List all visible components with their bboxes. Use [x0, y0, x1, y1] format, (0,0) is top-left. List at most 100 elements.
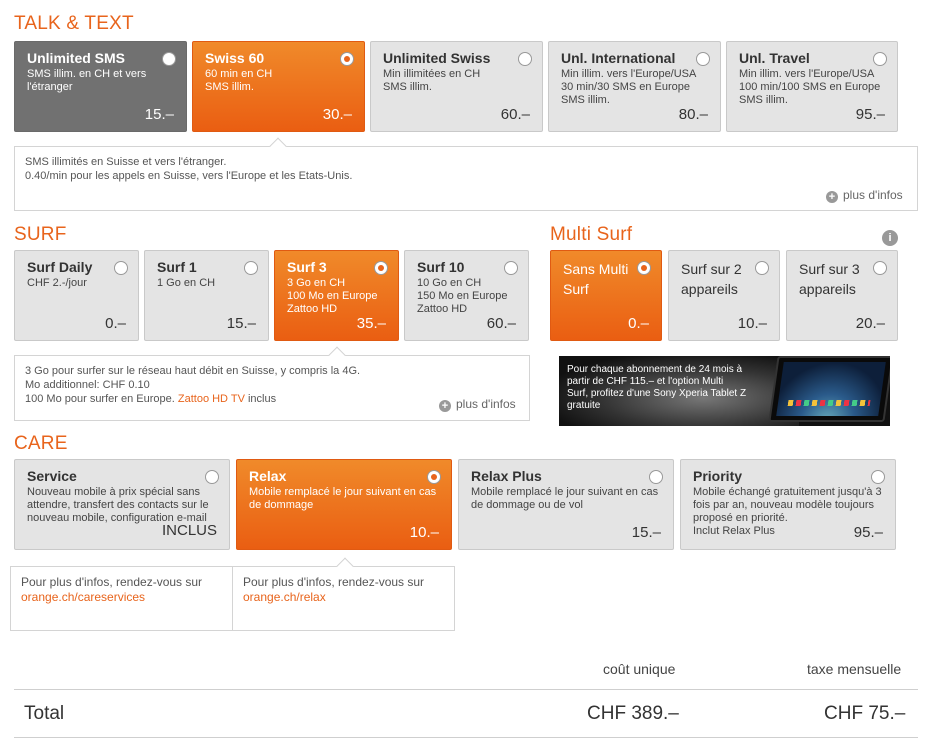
plan-desc: Mobile remplacé le jour suivant en cas d… [249, 486, 437, 511]
plan-title: Relax Plus [471, 468, 542, 484]
plan-price: 0.– [628, 315, 649, 332]
plan-price: 80.– [678, 106, 708, 123]
plan-desc: Min illim. vers l'Europe/USA 100 min/100… [739, 68, 881, 106]
plan-card-unlimited-swiss[interactable]: Unlimited Swiss Min illimitées en CH SMS… [370, 41, 543, 132]
plan-price: 95.– [853, 524, 883, 541]
plan-card-relax-plus[interactable]: Relax Plus Mobile remplacé le jour suiva… [458, 459, 674, 550]
plan-desc: SMS illim. en CH et vers l'étranger [27, 68, 147, 93]
plan-card-surf-10[interactable]: Surf 10 10 Go en CH 150 Mo en Europe Zat… [404, 250, 529, 341]
plan-desc: 3 Go en CH 100 Mo en Europe Zattoo HD [287, 277, 378, 315]
plan-card-unl-travel[interactable]: Unl. Travel Min illim. vers l'Europe/USA… [726, 41, 898, 132]
plan-card-unl-international[interactable]: Unl. International Min illim. vers l'Eur… [548, 41, 721, 132]
plan-price: 60.– [500, 106, 530, 123]
radio-button[interactable] [649, 470, 663, 484]
divider [14, 737, 918, 738]
radio-button[interactable] [504, 261, 518, 275]
plan-price: INCLUS [161, 522, 217, 539]
radio-button-selected[interactable] [637, 261, 651, 275]
plan-title: Surf 3 [287, 259, 327, 275]
radio-button[interactable] [244, 261, 258, 275]
plan-price: 30.– [322, 106, 352, 123]
radio-button[interactable] [162, 52, 176, 66]
plan-title: Unl. Travel [739, 50, 810, 66]
plan-title: Surf Daily [27, 259, 93, 275]
section-title-multisurf: Multi Surf [550, 224, 633, 245]
radio-button[interactable] [518, 52, 532, 66]
plan-price: 0.– [105, 315, 126, 332]
plan-price: 10.– [409, 524, 439, 541]
more-info-link[interactable]: + plus d'infos [826, 188, 903, 203]
tablet-image-icon [768, 356, 890, 422]
radio-button-selected[interactable] [427, 470, 441, 484]
plan-title: Service [27, 468, 77, 484]
total-monthly: CHF 75.– [824, 703, 906, 724]
plan-title: Priority [693, 468, 743, 484]
plan-card-unlimited-sms[interactable]: Unlimited SMS SMS illim. en CH et vers l… [14, 41, 187, 132]
more-info-label: plus d'infos [456, 397, 516, 411]
plan-price: 95.– [855, 106, 885, 123]
care-info-panel-relax: Pour plus d'infos, rendez-vous sur orang… [232, 566, 455, 631]
divider [14, 689, 918, 690]
plan-title: Surf 10 [417, 259, 465, 275]
plan-title: Unlimited SMS [27, 50, 126, 66]
plan-title: Unlimited Swiss [383, 50, 491, 66]
radio-button[interactable] [696, 52, 710, 66]
plan-price: 20.– [855, 315, 885, 332]
radio-button[interactable] [873, 261, 887, 275]
careservices-link[interactable]: orange.ch/careservices [21, 590, 222, 605]
radio-button[interactable] [205, 470, 219, 484]
total-label: Total [24, 703, 65, 724]
plus-icon: + [439, 400, 451, 412]
plan-desc: Mobile remplacé le jour suivant en cas d… [471, 486, 659, 511]
radio-button-selected[interactable] [374, 261, 388, 275]
plan-title: Unl. International [561, 50, 676, 66]
plan-title: Relax [249, 468, 287, 484]
plan-card-surf-2-devices[interactable]: Surf sur 2 appareils 10.– [668, 250, 780, 341]
radio-button-selected[interactable] [340, 52, 354, 66]
radio-button[interactable] [873, 52, 887, 66]
plan-desc: 1 Go en CH [157, 277, 216, 289]
care-info-panel-service: Pour plus d'infos, rendez-vous sur orang… [10, 566, 233, 631]
plan-card-surf-3-devices[interactable]: Surf sur 3 appareils 20.– [786, 250, 898, 341]
plan-price: 35.– [356, 315, 386, 332]
more-info-label: plus d'infos [843, 188, 903, 202]
promo-text: Pour chaque abonnement de 24 mois à part… [567, 364, 747, 411]
plan-title: Surf sur 2 appareils [681, 261, 742, 297]
plan-desc: CHF 2.-/jour [27, 277, 87, 289]
section-title-talk: TALK & TEXT [14, 13, 134, 34]
plan-card-relax[interactable]: Relax Mobile remplacé le jour suivant en… [236, 459, 452, 550]
plan-card-sans-multi-surf[interactable]: Sans Multi Surf 0.– [550, 250, 662, 341]
relax-link[interactable]: orange.ch/relax [243, 590, 444, 605]
promo-banner[interactable]: Pour chaque abonnement de 24 mois à part… [559, 356, 890, 426]
section-title-surf: SURF [14, 224, 67, 245]
plan-title: Surf 1 [157, 259, 197, 275]
info-line: Pour plus d'infos, rendez-vous sur [243, 575, 425, 589]
radio-button[interactable] [755, 261, 769, 275]
plan-price: 15.– [226, 315, 256, 332]
plan-card-priority[interactable]: Priority Mobile échangé gratuitement jus… [680, 459, 896, 550]
plan-desc: Min illim. vers l'Europe/USA 30 min/30 S… [561, 68, 697, 106]
plan-price: 60.– [486, 315, 516, 332]
plan-card-surf-3[interactable]: Surf 3 3 Go en CH 100 Mo en Europe Zatto… [274, 250, 399, 341]
radio-button[interactable] [871, 470, 885, 484]
info-line: Pour plus d'infos, rendez-vous sur [21, 575, 203, 589]
info-icon[interactable]: i [882, 230, 898, 246]
plan-desc: Nouveau mobile à prix spécial sans atten… [27, 486, 209, 524]
info-line: 0.40/min pour les appels en Suisse, vers… [25, 170, 353, 182]
plan-card-service[interactable]: Service Nouveau mobile à prix spécial sa… [14, 459, 230, 550]
plan-price: 15.– [144, 106, 174, 123]
plan-desc: 60 min en CH SMS illim. [205, 68, 273, 93]
section-title-care: CARE [14, 433, 68, 454]
plan-card-surf-daily[interactable]: Surf Daily CHF 2.-/jour 0.– [14, 250, 139, 341]
radio-button[interactable] [114, 261, 128, 275]
column-header-monthly: taxe mensuelle [807, 661, 902, 677]
zattoo-link[interactable]: Zattoo HD TV [178, 393, 245, 405]
plan-title: Swiss 60 [205, 50, 265, 66]
plan-desc: 10 Go en CH 150 Mo en Europe Zattoo HD [417, 277, 508, 315]
info-line: 3 Go pour surfer sur le réseau haut débi… [25, 365, 361, 377]
plan-card-surf-1[interactable]: Surf 1 1 Go en CH 15.– [144, 250, 269, 341]
plan-title: Sans Multi Surf [563, 261, 629, 297]
info-line: SMS illimités en Suisse et vers l'étrang… [25, 156, 227, 168]
plan-card-swiss-60[interactable]: Swiss 60 60 min en CH SMS illim. 30.– [192, 41, 365, 132]
more-info-link[interactable]: + plus d'infos [439, 397, 516, 412]
